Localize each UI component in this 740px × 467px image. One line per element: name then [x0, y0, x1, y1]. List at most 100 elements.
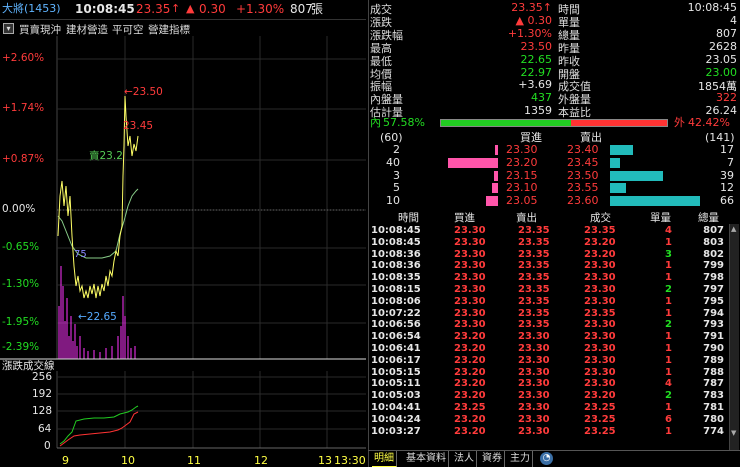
table-cell: 2: [665, 284, 672, 295]
pct-label: +0.87%: [2, 153, 45, 165]
tab-basic-info[interactable]: 基本資料: [404, 451, 449, 467]
table-cell: 10:08:45: [371, 225, 421, 236]
settings-icon[interactable]: ◔: [540, 452, 553, 465]
outer-label: 外: [674, 116, 685, 129]
dropdown-icon[interactable]: ▾: [3, 23, 14, 34]
details-header-cell: 賣出: [516, 212, 537, 224]
table-cell: 795: [703, 295, 724, 307]
x-label: 10: [121, 454, 135, 467]
header-change: 0.30: [199, 2, 226, 16]
pct-label: -2.39%: [2, 341, 40, 353]
table-cell: 23.30: [518, 390, 550, 402]
table-cell: 10:08:45: [371, 236, 421, 248]
pct-label: +2.60%: [2, 52, 45, 64]
table-cell: 23.35: [584, 225, 616, 236]
pct-label: +1.74%: [2, 102, 45, 114]
table-cell: 10:06:41: [371, 343, 421, 354]
table-cell: 10:07:22: [371, 307, 421, 319]
bid-bar: [494, 170, 498, 181]
bid-bar: [491, 183, 498, 194]
triangle-up-icon: ▲: [186, 2, 195, 15]
quote-value: 437: [531, 91, 552, 105]
table-cell: 23.20: [454, 331, 486, 343]
table-cell: 23.30: [584, 354, 616, 366]
x-label: 9: [62, 454, 69, 467]
quote-value: 1359: [524, 104, 552, 118]
bid-price: 23.05: [506, 194, 538, 208]
scroll-down-icon[interactable]: ▼: [731, 429, 739, 437]
pct-label: -0.65%: [2, 241, 40, 253]
toolbar-item-index[interactable]: 營建指標: [148, 22, 190, 37]
table-cell: 23.30: [518, 354, 550, 366]
intraday-chart[interactable]: +2.60% +1.74% +0.87% 0.00% -0.65% -1.30%…: [0, 36, 368, 467]
table-cell: 23.35: [518, 236, 550, 248]
table-cell: 797: [703, 284, 724, 295]
table-cell: 23.20: [584, 248, 616, 260]
table-cell: 23.30: [584, 284, 616, 295]
ratio-outer-fill: [571, 120, 667, 126]
table-cell: 23.30: [584, 319, 616, 331]
table-cell: 10:05:03: [371, 390, 421, 402]
quote-value: 22.97: [520, 65, 553, 79]
quote-value: 10:08:45: [687, 1, 737, 14]
table-cell: 23.35: [518, 319, 550, 331]
table-cell: 789: [703, 354, 724, 366]
details-header-cell: 成交: [590, 212, 611, 224]
table-cell: 23.30: [518, 331, 550, 343]
table-cell: 802: [703, 248, 724, 260]
bid-bar: [485, 196, 498, 207]
table-cell: 23.35: [518, 225, 550, 236]
table-cell: 23.30: [584, 295, 616, 307]
scroll-up-icon[interactable]: ▲: [731, 225, 739, 233]
table-cell: 23.35: [584, 307, 616, 319]
quote-value: ▲ 0.30: [515, 13, 552, 27]
tab-major[interactable]: 主力: [508, 451, 533, 467]
quote-value: 807: [716, 26, 737, 40]
table-cell: 2: [665, 319, 672, 331]
table-cell: 1: [665, 425, 672, 437]
table-cell: 23.20: [454, 425, 486, 437]
bid-bar: [495, 145, 498, 155]
table-cell: 23.35: [518, 284, 550, 295]
table-cell: 23.20: [454, 366, 486, 378]
ask-bar: [610, 170, 664, 181]
toolbar-item-short[interactable]: 平可空: [112, 22, 144, 37]
header-price: 23.35: [136, 2, 171, 16]
tab-institutional[interactable]: 法人: [452, 451, 477, 467]
vol-label: 64: [38, 423, 52, 435]
table-cell: 794: [703, 307, 724, 319]
table-cell: 787: [703, 378, 724, 390]
table-cell: 10:03:27: [371, 425, 421, 437]
quote-panel: 內 57.58% 外 42.42% (60) 買進 賣出 (141) ▲ ▼ 明…: [368, 0, 740, 467]
table-cell: 807: [703, 225, 724, 236]
table-cell: 23.30: [584, 378, 616, 390]
avg-annotation: 賣23.2: [89, 150, 123, 162]
header-pct: +1.30%: [236, 2, 285, 16]
table-cell: 23.35: [518, 260, 550, 272]
tab-margin[interactable]: 資券: [480, 451, 505, 467]
details-header-cell: 單量: [650, 212, 671, 224]
stock-name[interactable]: 大將(1453): [2, 2, 61, 16]
table-cell: 23.30: [518, 343, 550, 354]
table-cell: 23.25: [454, 402, 486, 413]
table-cell: 23.35: [518, 272, 550, 284]
table-cell: 10:08:36: [371, 248, 421, 260]
table-cell: 10:05:11: [371, 378, 421, 390]
ask-price: 23.60: [567, 194, 599, 208]
details-scrollbar[interactable]: ▲ ▼: [729, 224, 739, 451]
tab-details[interactable]: 明細: [372, 451, 397, 467]
table-cell: 10:08:36: [371, 260, 421, 272]
table-cell: 23.20: [584, 390, 616, 402]
toolbar-item-daytrade[interactable]: 買賣現沖: [19, 22, 61, 37]
table-cell: 1: [665, 366, 672, 378]
table-cell: 23.30: [454, 295, 486, 307]
table-cell: 1: [665, 260, 672, 272]
table-cell: 781: [703, 402, 724, 413]
table-cell: 10:08:35: [371, 272, 421, 284]
table-cell: 10:08:15: [371, 284, 421, 295]
table-cell: 10:06:17: [371, 354, 421, 366]
table-cell: 23.30: [518, 402, 550, 413]
table-cell: 23.25: [584, 402, 616, 413]
table-cell: 23.30: [584, 343, 616, 354]
toolbar-item-industry[interactable]: 建材營造: [66, 22, 108, 37]
